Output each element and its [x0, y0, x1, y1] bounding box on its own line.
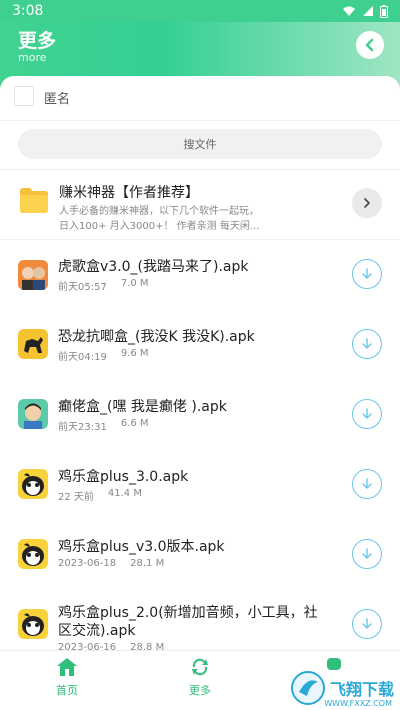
chevron-left-icon — [365, 38, 374, 52]
status-bar: 3:08 — [0, 0, 400, 22]
file-name: 恐龙抗唧盒_(我没K 我没K).apk — [58, 329, 255, 345]
app-icon — [18, 469, 48, 499]
file-meta: 2023-06-18 28.1 M — [58, 558, 164, 569]
refresh-icon — [192, 658, 208, 676]
download-icon — [362, 268, 372, 279]
file-item[interactable]: 恐龙抗唧盒_(我没K 我没K).apk 前天04:19 9.6 M — [0, 309, 400, 379]
app-icon — [18, 539, 48, 569]
file-item[interactable]: 鸡乐盒plus_v3.0版本.apk 2023-06-18 28.1 M — [0, 519, 400, 589]
anonymous-checkbox[interactable] — [14, 86, 34, 106]
file-size: 28.1 M — [130, 558, 165, 569]
file-size: 41.4 M — [107, 488, 142, 499]
user-icon — [327, 658, 341, 670]
file-size: 7.0 M — [120, 278, 149, 289]
watermark: 飞翔下载 WWW.FXXZ.COM — [290, 670, 394, 708]
promo-description: 人手必备的赚米神器，以下几个软件一起玩， 日入100+ 月入3000+！ 作者亲… — [59, 204, 299, 234]
promo-title: 赚米神器【作者推荐】 — [59, 185, 199, 201]
file-name: 鸡乐盒plus_v3.0版本.apk — [58, 539, 225, 555]
download-button[interactable] — [352, 469, 382, 499]
nav-more-label: 更多 — [189, 684, 211, 697]
divider — [0, 120, 400, 121]
file-item[interactable]: 癫佬盒_(嘿 我是癫佬 ).apk 前天23:31 6.6 M — [0, 379, 400, 449]
content-panel: 匿名 搜文件 赚米神器【作者推荐】 人手必备的赚米神器，以下几个软件一起玩， 日… — [0, 76, 400, 652]
download-button[interactable] — [352, 609, 382, 639]
file-name: 癫佬盒_(嘿 我是癫佬 ).apk — [58, 399, 227, 415]
download-button[interactable] — [352, 259, 382, 289]
file-meta: 前天23:31 6.6 M — [58, 418, 149, 433]
file-time: 2023-06-18 — [58, 558, 117, 569]
download-icon — [362, 478, 372, 489]
anonymous-row[interactable]: 匿名 — [0, 76, 400, 120]
file-meta: 前天05:57 7.0 M — [58, 278, 149, 293]
watermark-url: WWW.FXXZ.COM — [324, 699, 392, 708]
download-button[interactable] — [352, 399, 382, 429]
search-placeholder: 搜文件 — [183, 138, 217, 151]
download-icon — [362, 618, 372, 629]
app-icon — [18, 329, 48, 359]
file-time: 前天23:31 — [58, 422, 107, 433]
file-size: 9.6 M — [120, 348, 149, 359]
nav-more[interactable]: 更多 — [170, 657, 230, 698]
nav-home[interactable]: 首页 — [37, 657, 97, 698]
page-subtitle: more — [18, 51, 47, 64]
app-icon — [18, 609, 48, 639]
file-item[interactable]: 鸡乐盒plus_3.0.apk 22 天前 41.4 M — [0, 449, 400, 519]
promo-open-button[interactable] — [352, 188, 382, 218]
download-icon — [362, 548, 372, 559]
promo-item[interactable]: 赚米神器【作者推荐】 人手必备的赚米神器，以下几个软件一起玩， 日入100+ 月… — [0, 176, 400, 238]
promo-desc-line1: 人手必备的赚米神器，以下几个软件一起玩， — [59, 206, 259, 217]
app-icon — [18, 399, 48, 429]
download-icon — [362, 338, 372, 349]
bottom-nav: 首页 更多 飞翔下载 WWW.FXXZ.COM — [0, 650, 400, 710]
file-item[interactable]: 虎歌盒v3.0_(我踏马来了).apk 前天05:57 7.0 M — [0, 239, 400, 309]
file-time: 22 天前 — [58, 492, 94, 503]
page-title: 更多 — [18, 30, 57, 52]
back-button[interactable] — [356, 31, 384, 59]
file-time: 前天04:19 — [58, 352, 107, 363]
file-name: 鸡乐盒plus_3.0.apk — [58, 469, 189, 485]
divider — [0, 169, 400, 170]
search-input[interactable]: 搜文件 — [18, 129, 382, 159]
home-icon — [57, 658, 77, 676]
folder-icon — [20, 188, 48, 213]
battery-icon — [380, 4, 388, 18]
download-button[interactable] — [352, 539, 382, 569]
file-size: 6.6 M — [120, 418, 149, 429]
signal-icon — [363, 6, 373, 16]
status-icons — [342, 4, 388, 18]
anonymous-label: 匿名 — [44, 92, 71, 107]
chevron-right-icon — [364, 198, 370, 208]
file-name: 虎歌盒v3.0_(我踏马来了).apk — [58, 259, 249, 275]
status-time: 3:08 — [12, 3, 44, 19]
nav-home-label: 首页 — [56, 684, 78, 697]
watermark-text: 飞翔下载 — [329, 680, 394, 699]
download-icon — [362, 408, 372, 419]
file-time: 前天05:57 — [58, 282, 107, 293]
app-icon — [18, 260, 48, 290]
wifi-icon — [343, 6, 355, 16]
file-meta: 22 天前 41.4 M — [58, 488, 142, 503]
nav-profile[interactable] — [304, 657, 364, 671]
file-item[interactable]: 鸡乐盒plus_2.0(新增加音频，小工具，社区交流).apk 2023-06-… — [0, 589, 400, 652]
file-meta: 前天04:19 9.6 M — [58, 348, 149, 363]
watermark-logo-icon — [290, 671, 325, 705]
file-name: 鸡乐盒plus_2.0(新增加音频，小工具，社区交流).apk — [58, 605, 318, 639]
promo-desc-line2: 日入100+ 月入3000+！ 作者亲测 每天闲... — [59, 221, 260, 232]
download-button[interactable] — [352, 329, 382, 359]
